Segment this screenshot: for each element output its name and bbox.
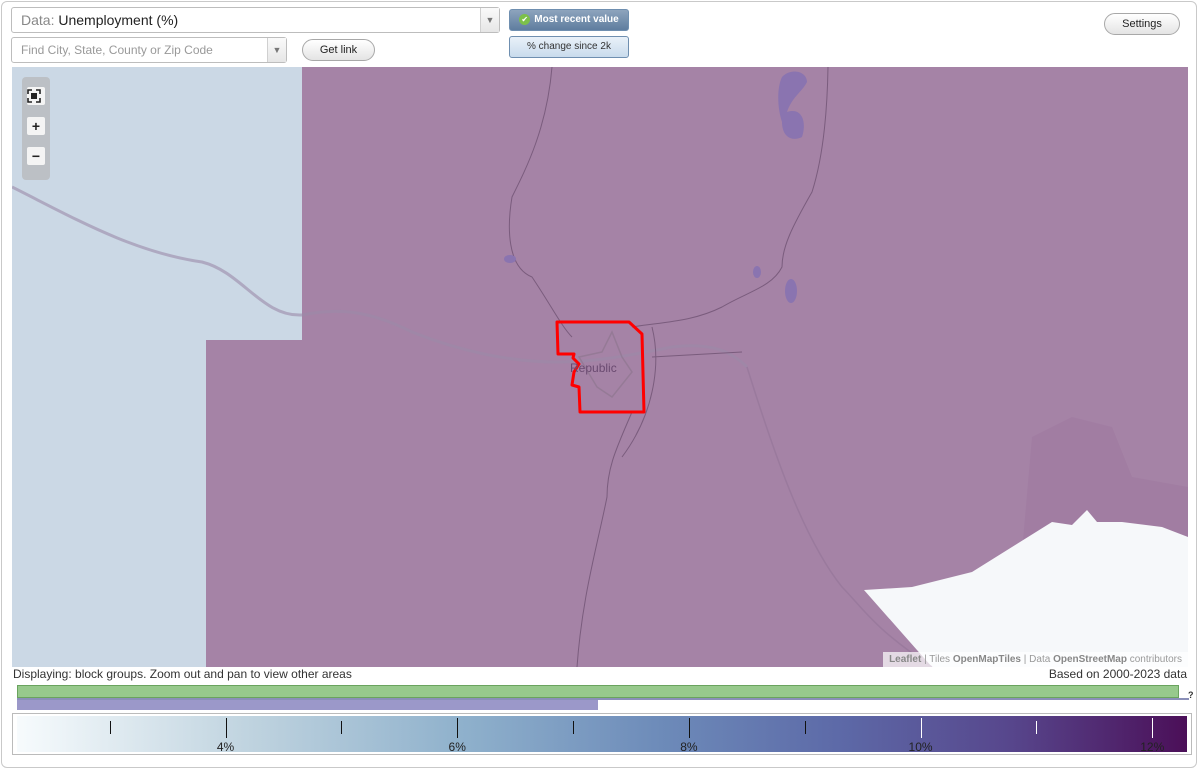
legend-tick [341, 721, 343, 734]
legend-tick-label: 4% [216, 740, 235, 754]
search-input[interactable] [12, 38, 266, 62]
data-range-status: Based on 2000-2023 data [1048, 667, 1187, 681]
view-range-bar [17, 700, 598, 710]
map-attribution: Leaflet | Tiles OpenMapTiles | Data Open… [883, 652, 1188, 667]
map-view[interactable]: Republic + − Leaflet | Tiles OpenMapTile… [12, 67, 1188, 667]
legend-tick-label: 8% [680, 740, 698, 754]
place-label: Republic [570, 361, 617, 375]
most-recent-label: Most recent value [534, 14, 619, 25]
pct-change-button[interactable]: % change since 2k [509, 36, 629, 58]
legend-tick [573, 721, 575, 734]
location-search[interactable]: ▼ [11, 37, 287, 63]
color-legend: 4% 6% 8% 10% 12% [12, 713, 1192, 755]
legend-tick-label: 12% [1140, 740, 1165, 754]
chevron-down-icon[interactable]: ▼ [267, 38, 286, 62]
data-label: Data [1029, 654, 1051, 665]
check-icon: ✔ [519, 13, 531, 25]
display-status: Displaying: block groups. Zoom out and p… [13, 667, 352, 681]
legend-tick [1152, 718, 1154, 738]
most-recent-value-button[interactable]: ✔ Most recent value [509, 9, 629, 31]
lake [785, 279, 797, 303]
legend-tick [804, 721, 806, 734]
settings-button[interactable]: Settings [1104, 13, 1180, 35]
data-range-bar [17, 685, 1179, 698]
minus-icon[interactable]: − [27, 147, 45, 165]
tiles-label: Tiles [929, 654, 951, 665]
data-source-link[interactable]: OpenStreetMap [1053, 654, 1127, 665]
legend-tick-label: 6% [448, 740, 466, 754]
data-selector-value: Unemployment (%) [58, 12, 179, 28]
legend-tick [109, 721, 111, 734]
fullscreen-icon[interactable] [27, 87, 45, 105]
data-selector-prefix: Data: [21, 12, 55, 28]
legend-tick [1036, 721, 1038, 734]
lake [753, 266, 761, 278]
legend-tick [920, 718, 922, 738]
legend-tick [688, 718, 690, 738]
legend-tick [457, 718, 459, 738]
zoom-controls: + − [22, 77, 50, 180]
data-selector[interactable]: Data: Unemployment (%) ▼ [11, 7, 500, 33]
legend-gradient: 4% 6% 8% 10% 12% [17, 716, 1187, 754]
lake [504, 255, 516, 263]
tiles-source-link[interactable]: OpenMapTiles [953, 654, 1021, 665]
legend-tick-label: 10% [908, 740, 933, 754]
legend-tick [225, 718, 227, 738]
leaflet-link[interactable]: Leaflet [889, 654, 921, 665]
contributors-label: contributors [1129, 654, 1182, 665]
plus-icon[interactable]: + [27, 117, 45, 135]
get-link-button[interactable]: Get link [302, 39, 375, 61]
unknown-marker: ? [1188, 690, 1194, 700]
chevron-down-icon[interactable]: ▼ [480, 8, 499, 32]
